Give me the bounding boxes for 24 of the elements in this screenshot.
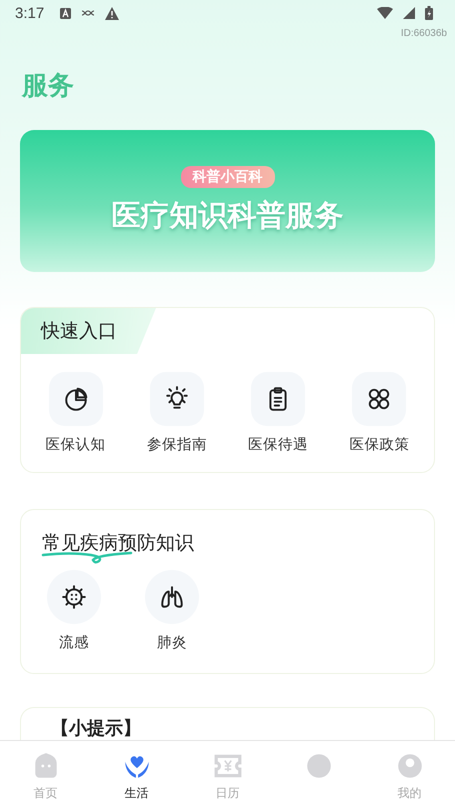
tab-item[interactable]: 生活	[102, 751, 172, 810]
wifi-icon	[377, 7, 393, 19]
banner-badge: 科普小百科	[180, 166, 274, 188]
banner-headline: 医疗知识科普服务	[112, 197, 344, 234]
warning-icon	[105, 6, 120, 20]
entry-link[interactable]: 医保认知	[46, 435, 106, 454]
pie-chart-icon	[62, 386, 89, 412]
wave-icon	[81, 9, 96, 17]
device-id-label: ID:66036b	[400, 28, 448, 39]
battery-icon	[425, 6, 433, 20]
tips-heading: 【小提示】	[51, 717, 142, 740]
virus-icon	[61, 584, 87, 610]
lungs-icon	[159, 584, 185, 610]
topic-link[interactable]: 流感	[59, 633, 89, 652]
section-title: 常见疾病预防知识	[42, 532, 194, 554]
notification-icon	[60, 8, 72, 18]
clock-time: 3:17	[15, 4, 44, 22]
entry-link[interactable]: 参保指南	[146, 435, 207, 454]
section-title: 快速入口	[21, 308, 156, 354]
entry-link[interactable]: 医保待遇	[248, 435, 308, 454]
signal-icon	[403, 7, 415, 19]
page-title: 服务	[22, 70, 75, 103]
topic-link[interactable]: 肺炎	[157, 633, 187, 652]
entry-link[interactable]: 医保政策	[349, 435, 410, 454]
